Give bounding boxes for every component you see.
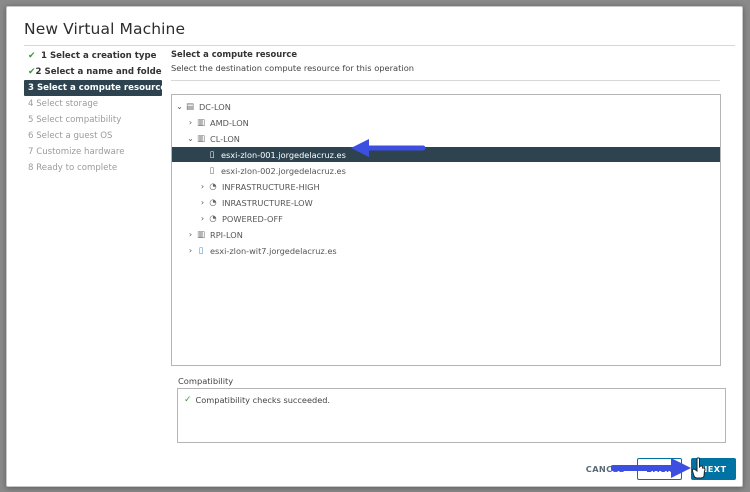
tree-node-rpi-lon[interactable]: › ▥ RPI-LON <box>172 227 720 242</box>
annotation-arrow-icon <box>351 139 426 157</box>
tree-node-label: esxi-zlon-001.jorgedelacruz.es <box>221 149 346 160</box>
content-header: Select a compute resource Select the des… <box>171 47 735 81</box>
step-compute-resource[interactable]: 3 Select a compute resource <box>24 80 162 96</box>
compatibility-panel: ✓ Compatibility checks succeeded. <box>177 388 726 443</box>
tree-node-label: esxi-zlon-002.jorgedelacruz.es <box>221 165 346 176</box>
title-divider <box>24 45 735 46</box>
compatibility-message: ✓ Compatibility checks succeeded. <box>184 395 330 405</box>
cluster-icon: ▥ <box>196 229 206 240</box>
chevron-right-icon[interactable]: › <box>186 246 195 255</box>
tree-node-host-001[interactable]: ▯ esxi-zlon-001.jorgedelacruz.es <box>172 147 720 162</box>
host-icon: ▯ <box>209 149 215 160</box>
section-divider <box>171 80 720 81</box>
tree-node-host-002[interactable]: ▯ esxi-zlon-002.jorgedelacruz.es <box>172 163 720 178</box>
compatibility-label: Compatibility <box>178 376 234 386</box>
step-label: 2 Select a name and folder <box>35 67 162 77</box>
host-icon: ▯ <box>209 165 215 176</box>
step-creation-type[interactable]: ✔ 1 Select a creation type <box>24 48 162 64</box>
step-customize-hardware: 7 Customize hardware <box>24 144 162 160</box>
step-storage: 4 Select storage <box>24 96 162 112</box>
chevron-down-icon[interactable]: ⌄ <box>175 102 184 111</box>
step-guest-os: 6 Select a guest OS <box>24 128 162 144</box>
checkmark-icon: ✔ <box>28 51 36 61</box>
step-label: 3 Select a compute resource <box>28 83 162 93</box>
hand-cursor-icon <box>691 457 706 479</box>
chevron-right-icon[interactable]: › <box>198 182 207 191</box>
cluster-icon: ▥ <box>196 133 206 144</box>
cluster-icon: ▥ <box>196 117 206 128</box>
dialog-title: New Virtual Machine <box>24 20 186 38</box>
step-compatibility: 5 Select compatibility <box>24 112 162 128</box>
chevron-right-icon[interactable]: › <box>198 198 207 207</box>
tree-node-cl-lon[interactable]: ⌄ ▥ CL-LON <box>172 131 720 146</box>
compute-resource-tree[interactable]: ⌄ ▤ DC-LON › ▥ AMD-LON ⌄ ▥ CL-LON ▯ esxi… <box>171 94 721 366</box>
tree-node-label: esxi-zlon-wit7.jorgedelacruz.es <box>210 245 337 256</box>
tree-node-label: CL-LON <box>210 133 240 144</box>
checkmark-icon: ✔ <box>28 67 36 77</box>
checkmark-icon: ✓ <box>184 395 192 405</box>
tree-node-infra-high[interactable]: › ◔ INFRASTRUCTURE-HIGH <box>172 179 720 194</box>
resource-pool-icon: ◔ <box>209 197 217 208</box>
chevron-right-icon[interactable]: › <box>186 118 195 127</box>
compatibility-text: Compatibility checks succeeded. <box>195 395 331 405</box>
tree-node-label: AMD-LON <box>210 117 249 128</box>
step-label: 7 Customize hardware <box>28 147 125 157</box>
tree-node-dc-lon[interactable]: ⌄ ▤ DC-LON <box>172 99 720 114</box>
section-subtitle: Select the destination compute resource … <box>171 63 415 73</box>
section-title: Select a compute resource <box>171 49 298 59</box>
tree-node-host-wit7[interactable]: › ▯ esxi-zlon-wit7.jorgedelacruz.es <box>172 243 720 258</box>
tree-node-label: POWERED-OFF <box>222 213 283 224</box>
step-label: 8 Ready to complete <box>28 163 118 173</box>
chevron-right-icon[interactable]: › <box>186 230 195 239</box>
tree-node-label: DC-LON <box>199 101 231 112</box>
wizard-steps: ✔ 1 Select a creation type ✔ 2 Select a … <box>24 48 162 176</box>
host-icon: ▯ <box>198 245 204 256</box>
tree-node-label: RPI-LON <box>210 229 243 240</box>
datacenter-icon: ▤ <box>185 101 195 112</box>
chevron-right-icon[interactable]: › <box>198 214 207 223</box>
step-label: 4 Select storage <box>28 99 99 109</box>
tree-node-infra-low[interactable]: › ◔ INRASTRUCTURE-LOW <box>172 195 720 210</box>
step-ready: 8 Ready to complete <box>24 160 162 176</box>
step-name-folder[interactable]: ✔ 2 Select a name and folder <box>24 64 162 80</box>
chevron-down-icon[interactable]: ⌄ <box>186 134 195 143</box>
tree-node-label: INRASTRUCTURE-LOW <box>222 197 313 208</box>
tree-node-label: INFRASTRUCTURE-HIGH <box>222 181 320 192</box>
step-label: 5 Select compatibility <box>28 115 122 125</box>
resource-pool-icon: ◔ <box>209 213 217 224</box>
annotation-arrow-icon <box>611 458 691 478</box>
tree-node-powered-off[interactable]: › ◔ POWERED-OFF <box>172 211 720 226</box>
step-label: 6 Select a guest OS <box>28 131 113 141</box>
new-vm-dialog: New Virtual Machine ✔ 1 Select a creatio… <box>6 6 743 487</box>
resource-pool-icon: ◔ <box>209 181 217 192</box>
tree-node-amd-lon[interactable]: › ▥ AMD-LON <box>172 115 720 130</box>
step-label: 1 Select a creation type <box>41 51 157 61</box>
